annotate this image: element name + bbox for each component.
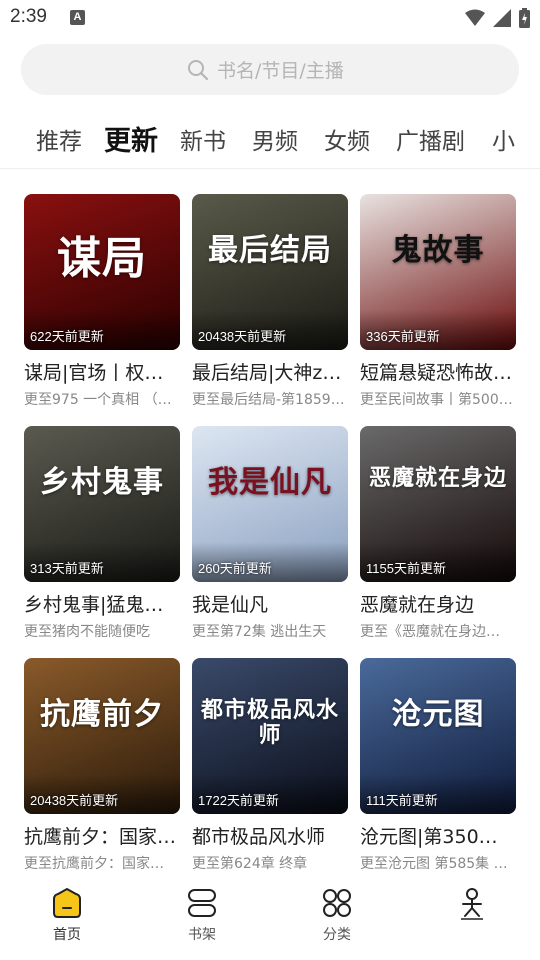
book-title[interactable]: 最后结局|大神z…: [192, 358, 348, 385]
book-cover[interactable]: 都市极品风水师 1722天前更新: [192, 658, 348, 814]
cover-title-art: 抗鹰前夕: [40, 697, 164, 732]
update-badge: 1155天前更新: [366, 561, 446, 576]
nav-home[interactable]: 首页: [22, 886, 112, 944]
book-card[interactable]: 恶魔就在身边 1155天前更新 恶魔就在身边 更至《恶魔就在身边…: [360, 426, 516, 641]
book-card[interactable]: 谋局 622天前更新谋局|官场丨权… 更至975 一个真相 （…: [24, 194, 180, 409]
book-latest-episode: 更至第624章 终章: [192, 856, 308, 872]
bottom-nav: 首页 书架 分类: [0, 872, 540, 960]
status-time: 2:39: [10, 6, 47, 27]
book-cover[interactable]: 恶魔就在身边 1155天前更新: [360, 426, 516, 582]
update-badge: 336天前更新: [366, 329, 440, 344]
category-icon: [323, 889, 351, 917]
book-title[interactable]: 恶魔就在身边: [360, 590, 516, 617]
tab-update[interactable]: 更新: [104, 119, 158, 158]
update-badge: 1722天前更新: [198, 793, 279, 808]
book-latest-episode: 更至抗鹰前夕：国家…: [24, 856, 164, 872]
update-badge: 111天前更新: [366, 793, 438, 808]
book-title[interactable]: 我是仙凡: [192, 590, 348, 617]
category-tabs: 推荐 更新 新书 男频 女频 广播剧 小: [0, 114, 540, 162]
wifi-icon: [465, 9, 485, 26]
tab-more[interactable]: 小: [492, 122, 515, 156]
home-icon: [53, 887, 81, 918]
nav-bookshelf-label: 书架: [188, 927, 216, 943]
book-latest-episode: 更至民间故事丨第500…: [360, 392, 513, 408]
tab-female[interactable]: 女频: [324, 122, 370, 156]
book-cover[interactable]: 抗鹰前夕 20438天前更新: [24, 658, 180, 814]
book-title[interactable]: 短篇悬疑恐怖故…: [360, 358, 516, 385]
nav-profile[interactable]: [427, 886, 517, 924]
nav-bookshelf[interactable]: 书架: [157, 886, 247, 944]
signal-icon: [493, 9, 511, 27]
cover-title-art: 最后结局: [208, 233, 332, 268]
cover-title-art: 我是仙凡: [208, 465, 332, 500]
update-badge: 20438天前更新: [30, 793, 119, 808]
book-card[interactable]: 我是仙凡 260天前更新 我是仙凡 更至第72集 逃出生天: [192, 426, 348, 641]
book-cover[interactable]: 我是仙凡 260天前更新: [192, 426, 348, 582]
battery-icon: [519, 8, 530, 28]
book-latest-episode: 更至最后结局-第1859…: [192, 392, 345, 408]
update-badge: 622天前更新: [30, 329, 104, 344]
book-card[interactable]: 鬼故事 336天前更新短篇悬疑恐怖故… 更至民间故事丨第500…: [360, 194, 516, 409]
search-icon: [188, 59, 209, 80]
search-bar[interactable]: 书名/节目/主播: [21, 44, 519, 95]
bookshelf-icon: [188, 889, 216, 917]
book-card[interactable]: 沧元图 111天前更新沧元图|第350集… 更至沧元图 第585集 …: [360, 658, 516, 873]
status-bar: 2:39 A: [0, 0, 540, 36]
tab-male[interactable]: 男频: [252, 122, 298, 156]
tab-new-books[interactable]: 新书: [180, 122, 226, 156]
update-badge: 20438天前更新: [198, 329, 287, 344]
update-badge: 260天前更新: [198, 561, 272, 576]
search-placeholder: 书名/节目/主播: [217, 60, 344, 82]
cover-title-art: 鬼故事: [391, 233, 485, 268]
book-title[interactable]: 抗鹰前夕：国家…: [24, 822, 180, 849]
book-title[interactable]: 都市极品风水师: [192, 822, 348, 849]
tab-recommend[interactable]: 推荐: [36, 122, 82, 156]
book-card[interactable]: 都市极品风水师 1722天前更新 都市极品风水师 更至第624章 终章: [192, 658, 348, 873]
a-icon: A: [70, 10, 85, 25]
book-title[interactable]: 谋局|官场丨权…: [24, 358, 180, 385]
cover-title-art: 沧元图: [391, 697, 485, 732]
cover-title-art: 都市极品风水师: [200, 697, 339, 749]
book-card[interactable]: 乡村鬼事 313天前更新乡村鬼事|猛鬼… 更至猪肉不能随便吃: [24, 426, 180, 641]
cover-title-art: 恶魔就在身边: [368, 465, 507, 491]
tab-radio-drama[interactable]: 广播剧: [396, 122, 465, 156]
status-icons: [465, 7, 530, 29]
book-cover[interactable]: 谋局 622天前更新: [24, 194, 180, 350]
book-latest-episode: 更至第72集 逃出生天: [192, 624, 327, 640]
book-title[interactable]: 沧元图|第350集…: [360, 822, 516, 849]
book-cover[interactable]: 乡村鬼事 313天前更新: [24, 426, 180, 582]
nav-home-label: 首页: [53, 927, 81, 943]
book-latest-episode: 更至975 一个真相 （…: [24, 392, 172, 408]
update-badge: 313天前更新: [30, 561, 104, 576]
book-cover[interactable]: 最后结局 20438天前更新: [192, 194, 348, 350]
book-cover[interactable]: 沧元图 111天前更新: [360, 658, 516, 814]
book-card[interactable]: 最后结局 20438天前更新最后结局|大神z… 更至最后结局-第1859…: [192, 194, 348, 409]
cover-title-art: 谋局: [57, 233, 147, 284]
nav-category[interactable]: 分类: [292, 886, 382, 944]
divider: [0, 168, 540, 169]
book-latest-episode: 更至沧元图 第585集 …: [360, 856, 508, 872]
cover-title-art: 乡村鬼事: [40, 465, 164, 500]
book-card[interactable]: 抗鹰前夕 20438天前更新抗鹰前夕：国家… 更至抗鹰前夕：国家…: [24, 658, 180, 873]
book-cover[interactable]: 鬼故事 336天前更新: [360, 194, 516, 350]
nav-category-label: 分类: [323, 927, 351, 943]
book-latest-episode: 更至猪肉不能随便吃: [24, 624, 150, 640]
book-latest-episode: 更至《恶魔就在身边…: [360, 624, 500, 640]
book-title[interactable]: 乡村鬼事|猛鬼…: [24, 590, 180, 617]
profile-icon: [461, 888, 483, 920]
